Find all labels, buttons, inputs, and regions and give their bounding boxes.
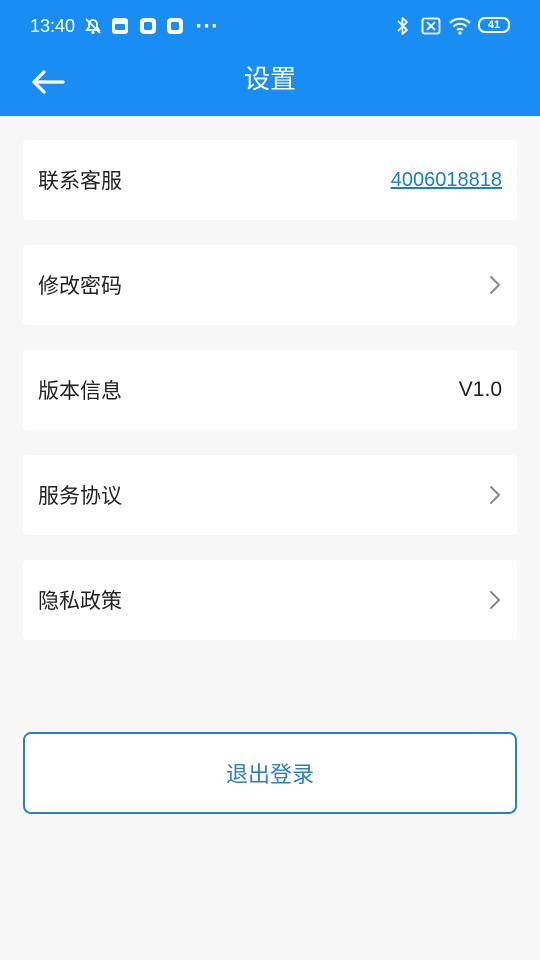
settings-item-label: 联系客服 [38, 169, 122, 193]
sim-off-icon [420, 14, 442, 38]
settings-item-label: 隐私政策 [38, 589, 122, 613]
battery-icon: 41 [478, 17, 510, 33]
app-header: 13:40 ··· 41 设置 [0, 0, 540, 116]
bluetooth-icon [394, 14, 412, 38]
nav-bar: 设置 [0, 52, 540, 116]
more-dots-icon: ··· [195, 15, 219, 37]
settings-item-label: 服务协议 [38, 484, 122, 508]
app-notification-icon [138, 14, 158, 38]
settings-item-service-agreement[interactable]: 服务协议 [23, 455, 517, 535]
settings-item-privacy-policy[interactable]: 隐私政策 [23, 560, 517, 640]
settings-item-label: 版本信息 [38, 379, 122, 403]
contact-phone-link[interactable]: 4006018818 [391, 169, 502, 192]
wifi-icon [448, 14, 472, 38]
status-time: 13:40 [30, 16, 76, 36]
version-value: V1.0 [458, 378, 502, 401]
status-bar: 13:40 ··· 41 [0, 0, 540, 52]
page-title: 设置 [243, 65, 296, 95]
chevron-right-icon [484, 483, 502, 507]
logout-button[interactable]: 退出登录 [23, 732, 517, 814]
alarm-off-icon [82, 14, 104, 38]
settings-item-version: 版本信息 V1.0 [23, 350, 517, 430]
settings-item-contact: 联系客服 4006018818 [23, 140, 517, 220]
settings-item-change-password[interactable]: 修改密码 [23, 245, 517, 325]
chevron-right-icon [484, 588, 502, 612]
settings-item-label: 修改密码 [38, 274, 122, 298]
app-notification-icon [165, 14, 185, 38]
app-notification-icon [110, 14, 130, 38]
chevron-right-icon [484, 273, 502, 297]
